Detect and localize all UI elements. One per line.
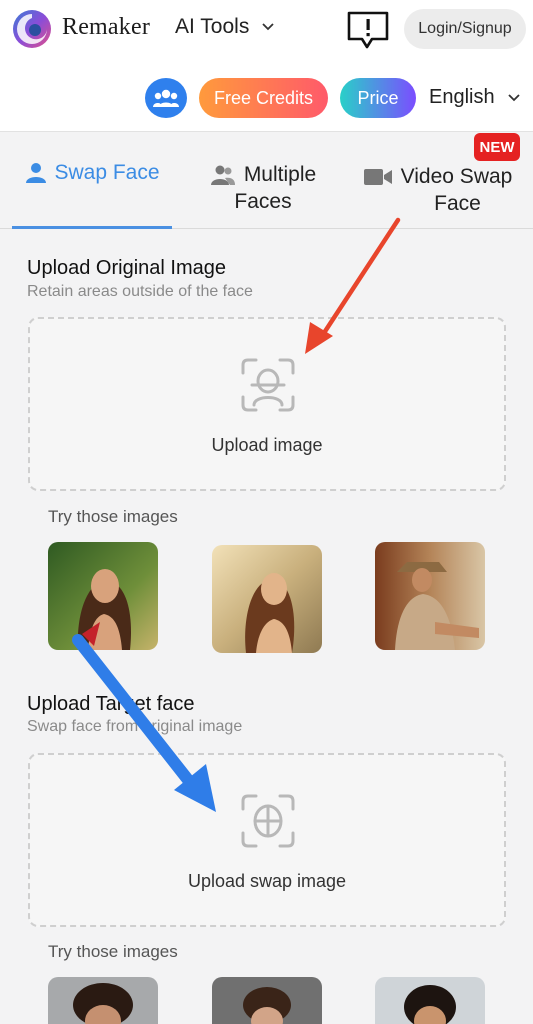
person-icon [26, 163, 47, 183]
sample-face-woman-portrait[interactable] [375, 977, 485, 1024]
tab-swap-face-label: Swap Face [54, 161, 160, 184]
target-section-subtitle: Swap face from original image [27, 718, 243, 735]
new-badge: NEW [474, 133, 520, 161]
tab-multiple-faces-label-line2: Faces [234, 190, 292, 213]
tab-video-swap-face[interactable]: Video Swap Face [350, 163, 525, 217]
upload-image-label: Upload image [211, 435, 323, 455]
ai-tools-menu[interactable]: AI Tools [175, 15, 275, 39]
top-header: Remaker AI Tools Login/Signup Free Credi… [0, 0, 533, 132]
chevron-down-icon [262, 23, 274, 31]
header-actions: Free Credits Price English [0, 78, 533, 118]
face-scan-icon [241, 794, 295, 848]
people-icon [210, 165, 235, 185]
free-credits-button[interactable]: Free Credits [199, 78, 328, 118]
original-section-title: Upload Original Image [27, 257, 226, 279]
price-button[interactable]: Price [340, 78, 416, 118]
language-select[interactable]: English [429, 86, 521, 109]
upload-target-dropzone[interactable]: Upload swap image [28, 753, 506, 927]
tab-swap-face[interactable]: Swap Face [12, 133, 172, 229]
upload-original-dropzone[interactable]: Upload image [28, 317, 506, 491]
tab-multiple-faces-label-line1: Multiple [243, 163, 317, 186]
video-camera-icon [363, 168, 392, 185]
chevron-down-icon [507, 93, 520, 101]
login-signup-button[interactable]: Login/Signup [404, 9, 526, 49]
sample-face-man-portrait[interactable] [212, 977, 322, 1024]
sample-image-woman-forest[interactable] [48, 542, 158, 650]
language-label: English [429, 86, 495, 108]
group-icon [153, 89, 179, 107]
tab-video-swap-label-line2: Face [434, 192, 481, 215]
tab-video-swap-label-line1: Video Swap [400, 165, 513, 188]
tab-bar: Swap Face Multiple Faces Video Swap Face [0, 133, 533, 229]
feedback-icon[interactable] [346, 10, 390, 50]
sample-image-cowboy[interactable] [375, 542, 485, 650]
target-try-label: Try those images [48, 942, 178, 961]
remaker-logo[interactable] [11, 8, 53, 50]
ai-tools-label: AI Tools [175, 15, 250, 38]
sample-image-woman-sunset[interactable] [212, 545, 322, 653]
target-section-title: Upload Target face [27, 693, 195, 715]
original-try-label: Try those images [48, 507, 178, 526]
community-button[interactable] [145, 78, 187, 118]
original-section-subtitle: Retain areas outside of the face [27, 283, 253, 300]
sample-face-curly-hair[interactable] [48, 977, 158, 1024]
upload-swap-image-label: Upload swap image [187, 871, 347, 891]
tab-multiple-faces[interactable]: Multiple Faces [198, 161, 328, 215]
brand-name[interactable]: Remaker [62, 14, 150, 41]
face-scan-icon [241, 358, 295, 412]
